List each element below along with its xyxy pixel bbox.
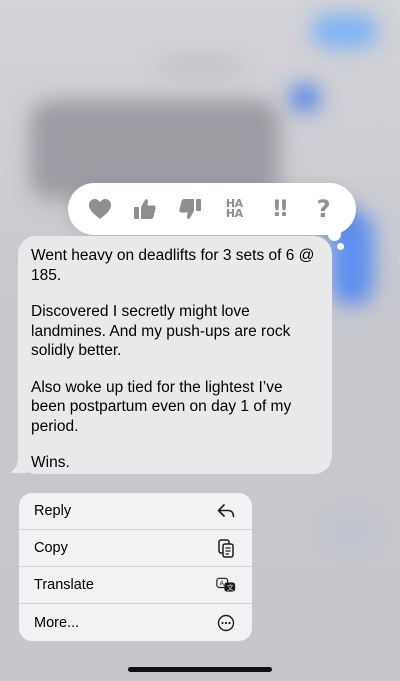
copy-icon [216, 538, 236, 558]
message-paragraph: Also woke up tied for the lightest I’ve … [31, 378, 292, 435]
menu-item-label: More... [34, 614, 80, 631]
message-paragraph: Went heavy on deadlifts for 3 sets of 6 … [31, 247, 315, 284]
home-indicator[interactable] [128, 667, 272, 672]
translate-icon: A 文 [216, 575, 236, 595]
menu-item-reply[interactable]: Reply [19, 493, 252, 530]
question-mark-icon: ? [316, 195, 331, 223]
heart-icon [89, 199, 112, 219]
menu-item-label: Reply [34, 503, 72, 519]
blurred-timestamp [160, 62, 240, 68]
blurred-avatar [290, 84, 320, 112]
menu-item-label: Copy [34, 540, 68, 556]
reaction-thumbs-down-button[interactable] [171, 190, 209, 228]
message-paragraph: Wins. [31, 454, 70, 471]
menu-item-copy[interactable]: Copy [19, 530, 252, 567]
svg-text:A: A [220, 580, 225, 588]
thumbs-up-icon [133, 199, 156, 219]
haha-icon: HA HA [225, 198, 243, 220]
menu-item-more[interactable]: More... [19, 604, 252, 641]
message-paragraph: Discovered I secretly might love landmin… [31, 303, 291, 359]
message-context-menu: Reply Copy Translate A 文 More... [19, 493, 252, 641]
double-exclamation-icon: !! [271, 196, 289, 222]
tapback-tail-bubble-large [328, 228, 341, 241]
menu-item-label: Translate [34, 577, 94, 593]
reaction-haha-button[interactable]: HA HA [215, 190, 253, 228]
selected-message-bubble[interactable]: Went heavy on deadlifts for 3 sets of 6 … [18, 236, 332, 474]
reply-icon [216, 501, 236, 521]
blurred-sent-bubble-bottom [330, 520, 370, 540]
reaction-heart-button[interactable] [81, 190, 119, 228]
more-icon [216, 613, 236, 633]
haha-bottom-text: HA [225, 207, 243, 220]
thumbs-down-icon [178, 199, 201, 219]
blurred-sent-bubble [312, 14, 378, 48]
reaction-question-button[interactable]: ? [305, 190, 343, 228]
reaction-emphasize-button[interactable]: !! [260, 190, 298, 228]
reaction-thumbs-up-button[interactable] [126, 190, 164, 228]
menu-item-translate[interactable]: Translate A 文 [19, 567, 252, 604]
svg-text:文: 文 [227, 583, 234, 592]
tapback-reaction-bar: HA HA !! ? [68, 183, 356, 235]
tapback-tail-bubble-small [337, 243, 344, 250]
